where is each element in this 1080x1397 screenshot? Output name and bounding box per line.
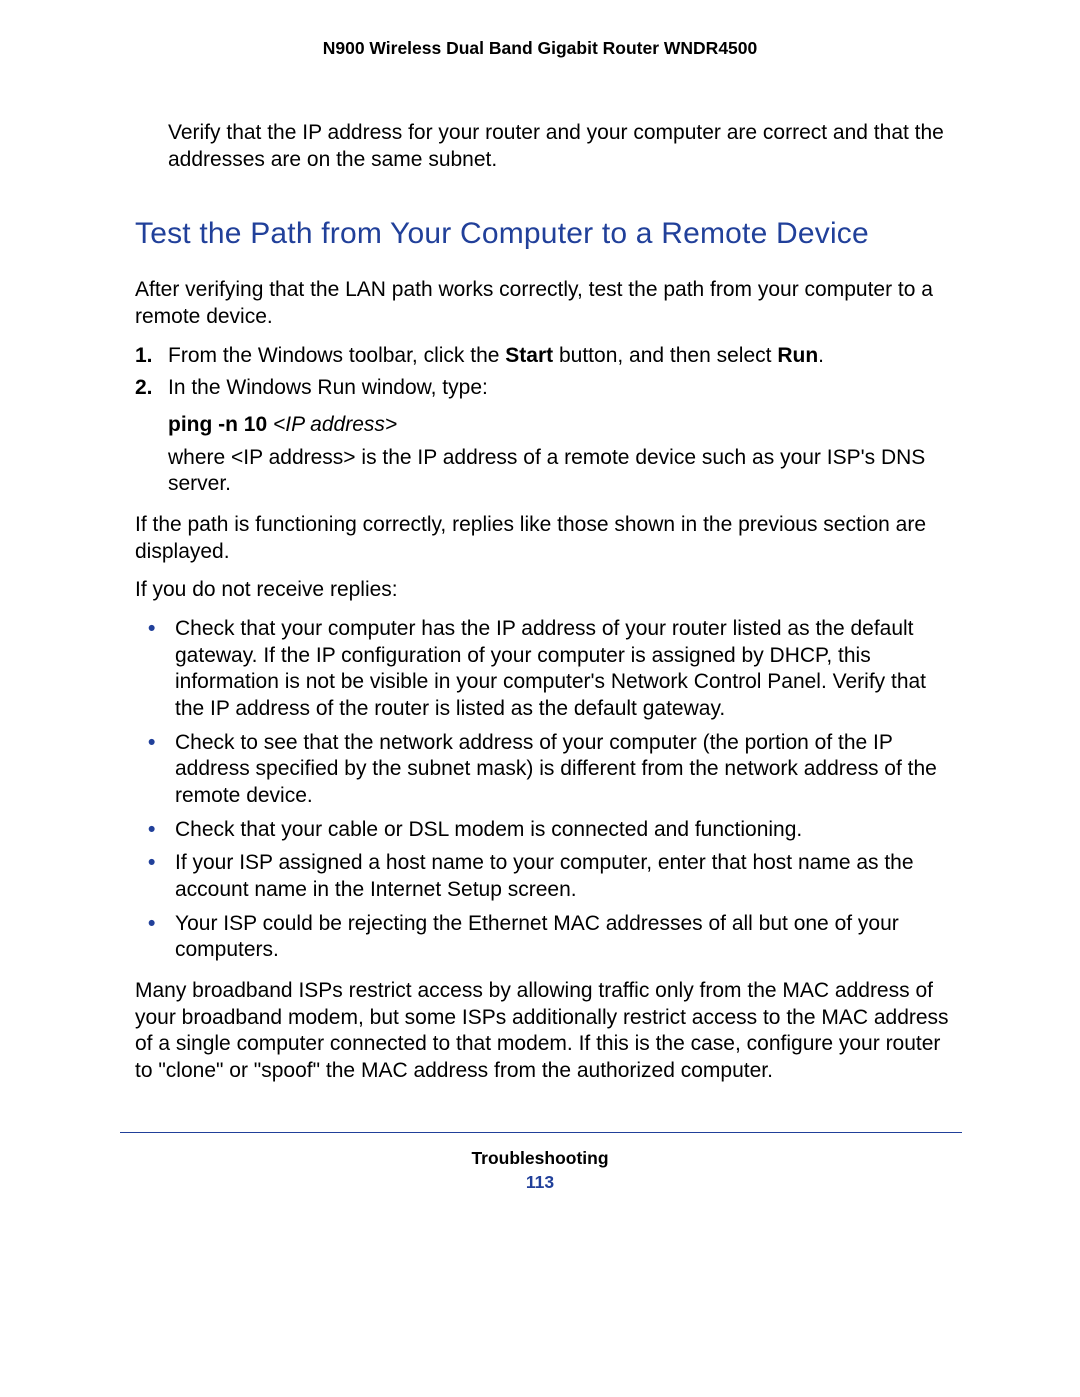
step-1: 1. From the Windows toolbar, click the S… — [135, 343, 950, 370]
step-1-bold-run: Run — [777, 344, 818, 367]
paragraph-closing: Many broadband ISPs restrict access by a… — [135, 978, 950, 1085]
step-1-text-end: . — [818, 344, 824, 367]
troubleshoot-list: Check that your computer has the IP addr… — [135, 616, 950, 964]
step-2-text: In the Windows Run window, type: — [168, 376, 488, 399]
paragraph-after-verify: After verifying that the LAN path works … — [135, 277, 950, 330]
step-2: 2. In the Windows Run window, type: — [135, 375, 950, 402]
list-item: Check to see that the network address of… — [135, 730, 950, 810]
document-body: Verify that the IP address for your rout… — [135, 120, 950, 1096]
step-1-marker: 1. — [135, 343, 153, 370]
step-1-text-pre: From the Windows toolbar, click the — [168, 344, 505, 367]
step-2-marker: 2. — [135, 375, 153, 402]
step-1-text-mid: button, and then select — [553, 344, 777, 367]
list-item: Check that your cable or DSL modem is co… — [135, 817, 950, 844]
section-heading: Test the Path from Your Computer to a Re… — [135, 215, 950, 253]
command-explanation: where <IP address> is the IP address of … — [168, 445, 950, 498]
page: N900 Wireless Dual Band Gigabit Router W… — [0, 0, 1080, 1397]
footer-section-name: Troubleshooting — [0, 1148, 1080, 1169]
document-header: N900 Wireless Dual Band Gigabit Router W… — [0, 38, 1080, 59]
paragraph-verify-ip: Verify that the IP address for your rout… — [168, 120, 950, 173]
paragraph-no-replies: If you do not receive replies: — [135, 577, 950, 604]
command-line: ping -n 10 <IP address> — [168, 412, 950, 439]
command-italic: <IP address> — [273, 413, 397, 436]
ordered-steps: 1. From the Windows toolbar, click the S… — [135, 343, 950, 402]
paragraph-functioning: If the path is functioning correctly, re… — [135, 512, 950, 565]
list-item: If your ISP assigned a host name to your… — [135, 850, 950, 903]
step-1-bold-start: Start — [505, 344, 553, 367]
footer-page-number: 113 — [0, 1172, 1080, 1193]
command-bold: ping -n 10 — [168, 413, 273, 436]
footer-divider — [120, 1132, 962, 1133]
list-item: Check that your computer has the IP addr… — [135, 616, 950, 723]
list-item: Your ISP could be rejecting the Ethernet… — [135, 911, 950, 964]
